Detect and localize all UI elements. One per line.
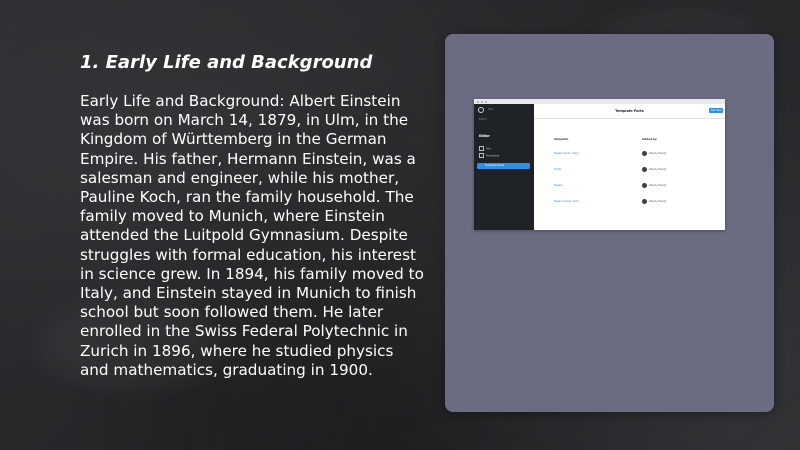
table-row-template[interactable]: Header (Dark, large) xyxy=(554,152,579,155)
table-row-author: Twenty Twenty xyxy=(642,166,666,172)
sidebar-heading: Editor xyxy=(479,134,490,138)
add-new-button[interactable]: Add New xyxy=(709,108,723,113)
sidebar-item-templates[interactable]: Templates xyxy=(479,153,499,158)
table-row-template[interactable]: Footer xyxy=(554,168,562,171)
screenshot-card: Site Editor Editor Site Templates Templa… xyxy=(445,34,774,412)
table-row-template[interactable]: Header xyxy=(554,184,563,187)
sidebar-subtitle: Editor xyxy=(479,118,487,121)
wordpress-logo-icon[interactable] xyxy=(478,107,484,113)
header-divider xyxy=(534,118,725,119)
template-icon xyxy=(479,153,484,158)
window-dot-icon xyxy=(481,100,483,103)
app-main-panel: Template Parts Add New Template Added by… xyxy=(534,104,725,230)
avatar xyxy=(642,150,647,156)
app-page-title: Template Parts xyxy=(615,109,644,113)
column-header-added-by: Added by xyxy=(642,137,657,141)
avatar xyxy=(642,198,647,204)
slide-body-text: Early Life and Background: Albert Einste… xyxy=(80,92,424,379)
window-dot-icon xyxy=(485,100,487,103)
sidebar-item-template-parts[interactable]: Template Parts xyxy=(477,163,530,169)
table-row-author: Twenty Twenty xyxy=(642,198,666,204)
home-icon xyxy=(479,146,484,151)
slide-title: 1. Early Life and Background xyxy=(80,52,373,73)
embedded-app-screenshot: Site Editor Editor Site Templates Templa… xyxy=(474,99,725,230)
window-dot-icon xyxy=(477,100,479,103)
avatar xyxy=(642,182,647,188)
app-sidebar: Site Editor Editor Site Templates Templa… xyxy=(474,104,534,230)
table-row-author: Twenty Twenty xyxy=(642,150,666,156)
sidebar-item-site[interactable]: Site xyxy=(479,146,491,151)
sidebar-site-name: Site xyxy=(488,108,493,111)
table-row-author: Twenty Twenty xyxy=(642,182,666,188)
column-header-template: Template xyxy=(554,137,569,141)
table-row-template[interactable]: Header (Large, dark) xyxy=(554,200,579,203)
avatar xyxy=(642,166,647,172)
